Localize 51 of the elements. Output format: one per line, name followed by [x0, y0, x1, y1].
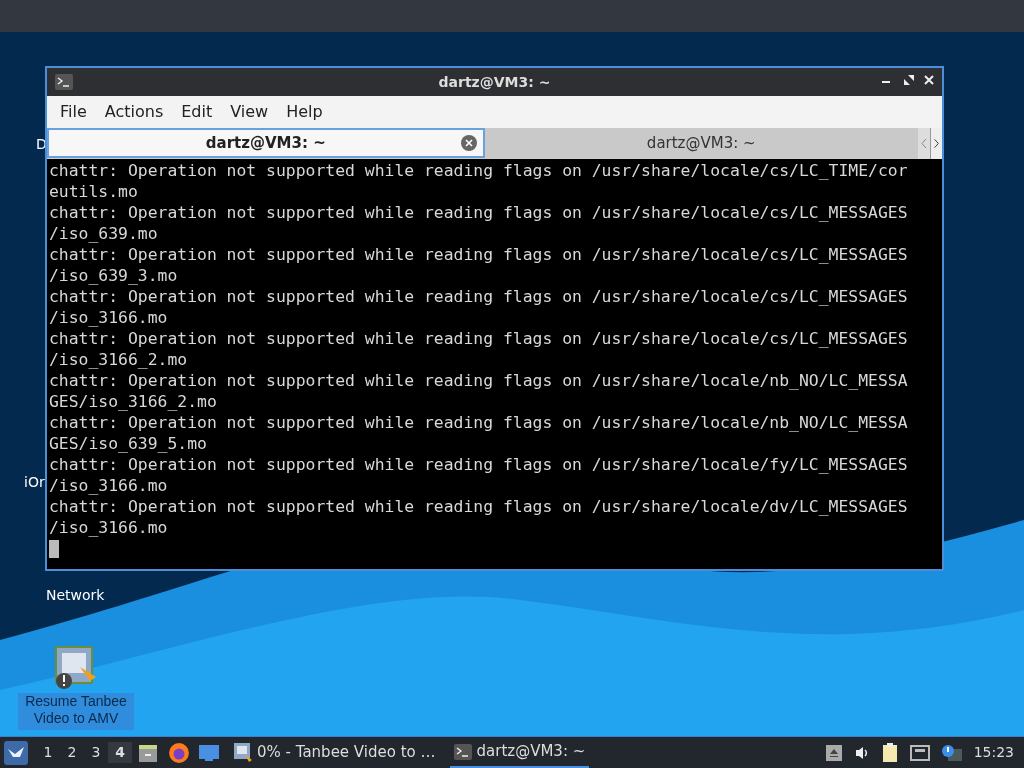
close-icon[interactable] [924, 75, 934, 85]
tab[interactable]: dartz@VM3: ~ [47, 128, 485, 158]
desktop-icon-label: iOr [24, 474, 45, 490]
terminal-line: /iso_3166.mo [49, 475, 169, 496]
terminal-line: chattr: Operation not supported while reading flags on /usr/share/locale/cs/LC_MESSAGES [49, 244, 909, 265]
eject-icon[interactable] [825, 744, 842, 761]
clock[interactable]: 15:23 [973, 742, 1020, 763]
terminal-line: /iso_3166.mo [49, 307, 169, 328]
network-icon[interactable] [909, 744, 930, 761]
task-button[interactable]: 0% - Tanbee Video to … [230, 737, 440, 768]
terminal-line: /iso_639.mo [49, 223, 159, 244]
app-icon [234, 742, 252, 763]
menu-item[interactable]: Edit [172, 100, 222, 124]
terminal-line: chattr: Operation not supported while reading flags on /usr/share/locale/cs/LC_MESSAGES [49, 328, 909, 349]
terminal-line: GES/iso_639_5.mo [49, 433, 208, 454]
desktop-icon[interactable] [198, 742, 220, 763]
alert-icon[interactable] [941, 744, 962, 761]
clipboard-icon[interactable] [881, 742, 898, 763]
task-button[interactable]: dartz@VM3: ~ [449, 737, 590, 768]
terminal-line: /iso_3166.mo [49, 517, 169, 538]
speaker-icon[interactable] [853, 744, 870, 761]
terminal-line: GES/iso_3166_2.mo [49, 391, 218, 412]
maximize-icon[interactable] [904, 75, 914, 85]
workspace-button[interactable]: 1 [36, 742, 60, 763]
workspace-button[interactable]: 4 [108, 742, 132, 763]
workspace-button[interactable]: 3 [84, 742, 108, 763]
desktop-icon-label[interactable]: Resume Tanbee Video to AMV [18, 693, 134, 730]
close-tab-icon[interactable] [460, 135, 477, 151]
window-title: dartz@VM3: ~ [437, 72, 552, 92]
menu-item[interactable]: View [221, 100, 278, 124]
menu-item[interactable]: File [51, 100, 96, 124]
file-cabinet-icon[interactable] [138, 742, 158, 763]
terminal-line: chattr: Operation not supported while reading flags on /usr/share/locale/cs/LC_MESSAGES [49, 286, 909, 307]
terminal-line: /iso_3166_2.mo [49, 349, 189, 370]
desktop-icon-label[interactable]: Network [46, 587, 105, 603]
terminal-line: eutils.mo [49, 181, 139, 202]
menu-item[interactable]: Help [277, 100, 332, 124]
browser-icon[interactable] [168, 741, 190, 764]
terminal-line: chattr: Operation not supported while reading flags on /usr/share/locale/cs/LC_MESSAGES [49, 202, 909, 223]
terminal-icon [453, 743, 472, 760]
cursor [49, 540, 59, 558]
terminal-line: chattr: Operation not supported while reading flags on /usr/share/locale/dv/LC_MESSAGES [49, 496, 909, 517]
menu-item[interactable]: Actions [95, 100, 173, 124]
workspace-button[interactable]: 2 [60, 742, 84, 763]
terminal-line: chattr: Operation not supported while reading flags on /usr/share/locale/fy/LC_MESSAGES [49, 454, 909, 475]
terminal-line: /iso_639_3.mo [49, 265, 179, 286]
terminal-icon [55, 74, 73, 90]
tab[interactable]: dartz@VM3: ~ [484, 128, 918, 158]
terminal-line: chattr: Operation not supported while reading flags on /usr/share/locale/cs/LC_TIME/cor [49, 160, 909, 181]
terminal-line: chattr: Operation not supported while reading flags on /usr/share/locale/nb_NO/LC_MESSA [49, 412, 909, 433]
terminal-line: chattr: Operation not supported while reading flags on /usr/share/locale/nb_NO/LC_MESSA [49, 370, 909, 391]
